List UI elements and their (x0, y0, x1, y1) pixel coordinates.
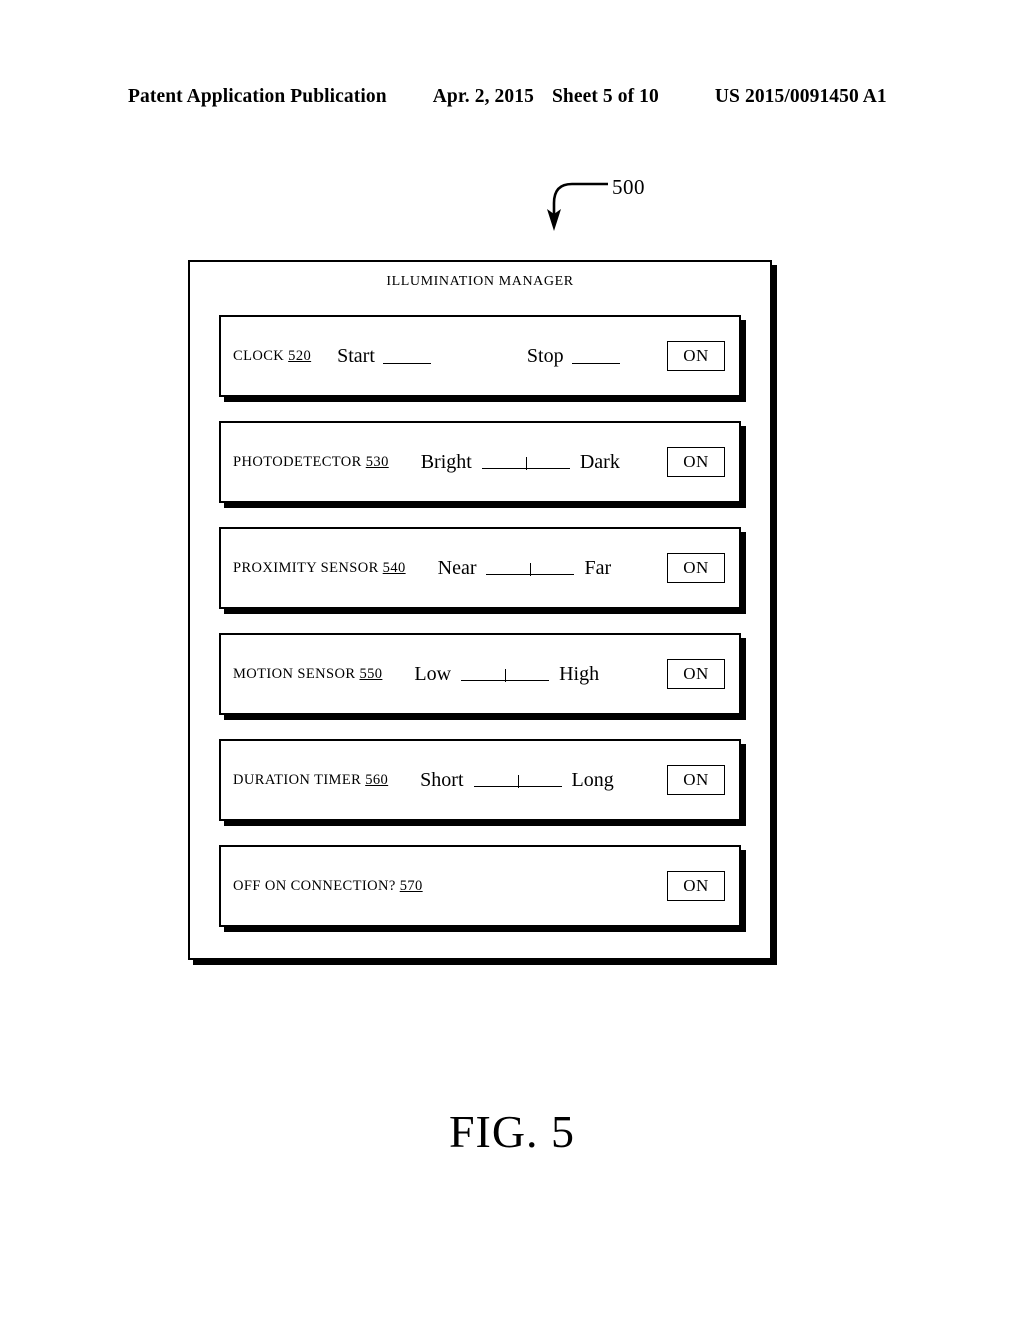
header-sheet-label: Sheet 5 of 10 (551, 86, 659, 107)
clock-time-fields: Start Stop (337, 345, 659, 368)
settings-row-duration-timer[interactable]: DURATION TIMER 560 Short Long ON (219, 739, 741, 821)
clock-stop-input[interactable] (571, 348, 620, 364)
photodetector-slider[interactable] (481, 453, 570, 471)
row-control-photodetector: Bright Dark (389, 451, 659, 474)
row-label-text: OFF ON CONNECTION? (233, 877, 400, 894)
clock-stop-label: Stop (526, 344, 564, 367)
row-label-clock: CLOCK 520 (233, 348, 311, 365)
figure-reference-callout: 500 (530, 175, 670, 237)
figure-caption: FIG. 5 (448, 1106, 576, 1157)
proximity-min-label: Near (437, 556, 477, 579)
figure-reference-number: 500 (612, 175, 645, 199)
settings-row-clock[interactable]: CLOCK 520 Start Stop ON (219, 315, 741, 397)
row-label-motion-sensor: MOTION SENSOR 550 (233, 666, 382, 683)
motion-min-label: Low (414, 662, 452, 685)
photodetector-slider-group: Bright Dark (415, 451, 626, 474)
row-label-text: MOTION SENSOR (233, 665, 360, 682)
off-on-connection-on-button[interactable]: ON (667, 871, 725, 901)
settings-row-list: CLOCK 520 Start Stop ON PHOTODETECTOR 53… (219, 315, 741, 936)
header-date-label: Apr. 2, 2015 (432, 86, 534, 107)
photodetector-min-label: Bright (420, 450, 472, 473)
clock-on-button[interactable]: ON (667, 341, 725, 371)
settings-row-photodetector[interactable]: PHOTODETECTOR 530 Bright Dark ON (219, 421, 741, 503)
duration-max-label: Long (571, 768, 614, 791)
settings-row-motion-sensor[interactable]: MOTION SENSOR 550 Low High ON (219, 633, 741, 715)
proximity-max-label: Far (584, 556, 612, 579)
motion-on-button[interactable]: ON (667, 659, 725, 689)
duration-slider-group: Short Long (414, 769, 620, 792)
header-publication-label: Patent Application Publication (128, 86, 387, 107)
duration-min-label: Short (420, 768, 464, 791)
row-control-duration-timer: Short Long (388, 769, 659, 792)
clock-start-field[interactable]: Start (337, 345, 431, 368)
motion-slider-group: Low High (408, 663, 605, 686)
row-reference-number: 540 (382, 559, 406, 576)
row-label-photodetector: PHOTODETECTOR 530 (233, 454, 389, 471)
illumination-manager-panel-wrapper: ILLUMINATION MANAGER CLOCK 520 Start Sto… (188, 260, 772, 960)
row-control-motion-sensor: Low High (382, 663, 659, 686)
row-control-clock: Start Stop (311, 345, 659, 368)
row-label-text: CLOCK (233, 347, 289, 364)
photodetector-slider-thumb[interactable] (525, 457, 527, 470)
motion-slider[interactable] (461, 665, 550, 683)
duration-on-button[interactable]: ON (667, 765, 725, 795)
duration-slider-thumb[interactable] (517, 775, 519, 788)
panel-title: ILLUMINATION MANAGER (386, 274, 574, 289)
row-label-text: DURATION TIMER (233, 771, 366, 788)
illumination-manager-panel: ILLUMINATION MANAGER CLOCK 520 Start Sto… (188, 260, 772, 960)
row-reference-number: 520 (288, 347, 312, 364)
clock-stop-field[interactable]: Stop (527, 345, 620, 368)
row-label-text: PHOTODETECTOR (233, 453, 366, 470)
row-reference-number: 560 (365, 771, 389, 788)
photodetector-on-button[interactable]: ON (667, 447, 725, 477)
proximity-slider[interactable] (486, 559, 575, 577)
proximity-slider-thumb[interactable] (530, 563, 532, 576)
row-label-text: PROXIMITY SENSOR (233, 559, 383, 576)
settings-row-off-on-connection[interactable]: OFF ON CONNECTION? 570 ON (219, 845, 741, 927)
row-reference-number: 550 (359, 665, 383, 682)
header-document-number: US 2015/0091450 A1 (714, 86, 887, 107)
row-label-duration-timer: DURATION TIMER 560 (233, 772, 388, 789)
motion-slider-thumb[interactable] (505, 669, 507, 682)
photodetector-max-label: Dark (579, 450, 620, 473)
row-label-off-on-connection: OFF ON CONNECTION? 570 (233, 878, 423, 895)
proximity-on-button[interactable]: ON (667, 553, 725, 583)
row-label-proximity-sensor: PROXIMITY SENSOR 540 (233, 560, 406, 577)
row-control-proximity-sensor: Near Far (406, 557, 659, 580)
row-reference-number: 570 (399, 877, 423, 894)
patent-header: Patent Application Publication Apr. 2, 2… (128, 86, 896, 108)
row-reference-number: 530 (365, 453, 389, 470)
clock-start-label: Start (337, 344, 375, 367)
clock-start-input[interactable] (382, 348, 431, 364)
callout-leader-arrow-icon (547, 182, 608, 231)
duration-slider[interactable] (473, 771, 562, 789)
settings-row-proximity-sensor[interactable]: PROXIMITY SENSOR 540 Near Far ON (219, 527, 741, 609)
proximity-slider-group: Near Far (432, 557, 618, 580)
motion-max-label: High (559, 662, 600, 685)
